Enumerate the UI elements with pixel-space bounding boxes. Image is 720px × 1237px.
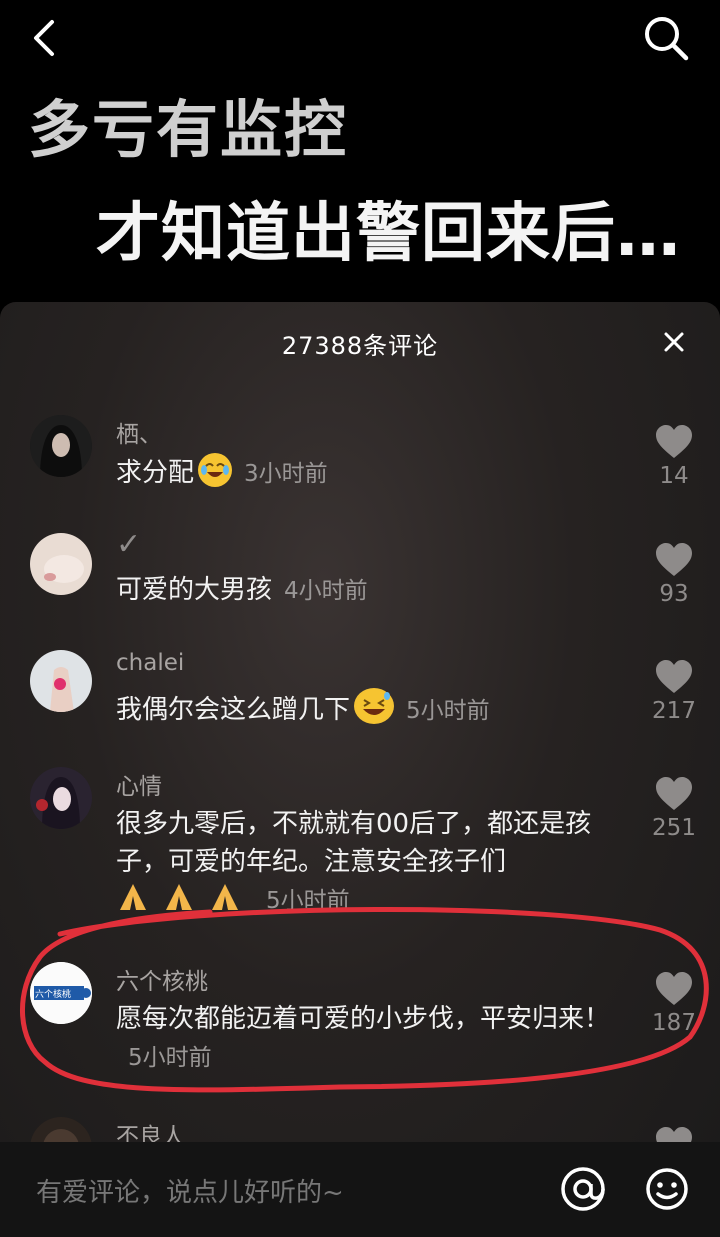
avatar-portrait [30, 415, 92, 477]
comment-username[interactable]: ✓ [116, 527, 141, 562]
comment-input[interactable]: 有爱评论，说点儿好听的~ [36, 1172, 344, 1209]
comments-sheet: 27388条评论 栖、 求分配 3小时前 14 ✓ 可爱的大男孩 4小时前 93… [0, 302, 720, 1237]
video-caption-line-2: 才知道出警回来后… [96, 197, 681, 271]
comment-input-bar: 有爱评论，说点儿好听的~ [0, 1142, 720, 1237]
like-count: 93 [659, 581, 689, 607]
heart-icon [656, 972, 692, 1005]
comment-body: 求分配 [116, 458, 195, 488]
comment-text: 求分配 3小时前 [116, 453, 626, 493]
comment-count: 27388条评论 [281, 332, 439, 360]
heart-icon [656, 660, 692, 693]
comment-item: 心情 很多九零后，不就就有00后了，都还是孩子，可爱的年纪。注意安全孩子们 5小… [0, 767, 720, 927]
mention-at-icon[interactable] [558, 1164, 608, 1214]
comment-username[interactable]: 心情 [116, 767, 162, 801]
close-icon[interactable] [654, 322, 694, 362]
like-count: 217 [652, 698, 696, 724]
comment-time: 4小时前 [284, 578, 368, 604]
comment-text: 愿每次都能迈着可爱的小步伐，平安归来！ 5小时前 [116, 1000, 626, 1077]
emoji-icon[interactable] [644, 1166, 690, 1212]
back-arrow-icon[interactable] [24, 16, 68, 60]
comment-body: 可爱的大男孩 [116, 575, 273, 605]
avatar[interactable]: 六个核桃 [30, 962, 92, 1024]
comment-item: 六个核桃 六个核桃 愿每次都能迈着可爱的小步伐，平安归来！ 5小时前 187 [0, 962, 720, 1082]
comment-body: 我偶尔会这么蹭几下 [116, 695, 351, 725]
grinning-sweat-emoji-icon [354, 688, 395, 724]
like-button[interactable]: 14 [640, 425, 708, 489]
crying-laughing-emoji-icon [198, 453, 233, 487]
comment-time: 5小时前 [266, 888, 350, 914]
like-button[interactable]: 187 [640, 972, 708, 1036]
praying-hands-icon [212, 884, 238, 910]
like-count: 187 [652, 1010, 696, 1036]
comment-time: 5小时前 [128, 1045, 212, 1071]
video-caption-line-1: 多亏有监控 [28, 93, 349, 166]
comment-time: 5小时前 [406, 698, 490, 724]
like-count: 251 [652, 815, 696, 841]
comment-item: ✓ 可爱的大男孩 4小时前 93 [0, 527, 720, 633]
avatar-illustration [30, 767, 92, 829]
comment-item: 栖、 求分配 3小时前 14 [0, 415, 720, 515]
avatar-photo [30, 650, 92, 712]
comment-username[interactable]: 栖、 [116, 415, 162, 449]
comment-text: 可爱的大男孩 4小时前 [116, 571, 626, 610]
comment-body: 很多九零后，不就就有00后了，都还是孩子，可爱的年纪。注意安全孩子们 [116, 809, 592, 877]
praying-hands-icon [120, 884, 146, 910]
avatar[interactable] [30, 767, 92, 829]
like-button[interactable]: 217 [640, 660, 708, 724]
heart-icon [656, 425, 692, 458]
avatar-logo-text: 六个核桃 [35, 990, 72, 1000]
comment-text: 很多九零后，不就就有00后了，都还是孩子，可爱的年纪。注意安全孩子们 5小时前 [116, 805, 626, 920]
comment-time: 3小时前 [244, 461, 328, 487]
heart-icon [656, 543, 692, 576]
comment-item: chalei 我偶尔会这么蹭几下 5小时前 217 [0, 650, 720, 750]
comment-username[interactable]: 六个核桃 [116, 962, 208, 996]
avatar[interactable] [30, 650, 92, 712]
like-button[interactable]: 251 [640, 777, 708, 841]
comment-username[interactable]: chalei [116, 650, 184, 676]
avatar-photo [30, 533, 92, 595]
heart-icon [656, 777, 692, 810]
comments-header: 27388条评论 [0, 302, 720, 382]
video-header: 多亏有监控 才知道出警回来后… [0, 0, 720, 300]
search-icon[interactable] [640, 12, 692, 64]
comment-body: 愿每次都能迈着可爱的小步伐，平安归来！ [116, 1004, 611, 1034]
like-button[interactable]: 93 [640, 543, 708, 607]
like-count: 14 [659, 463, 689, 489]
comment-text: 我偶尔会这么蹭几下 5小时前 [116, 688, 626, 730]
praying-hands-icon [166, 884, 192, 910]
avatar[interactable] [30, 533, 92, 595]
avatar[interactable] [30, 415, 92, 477]
